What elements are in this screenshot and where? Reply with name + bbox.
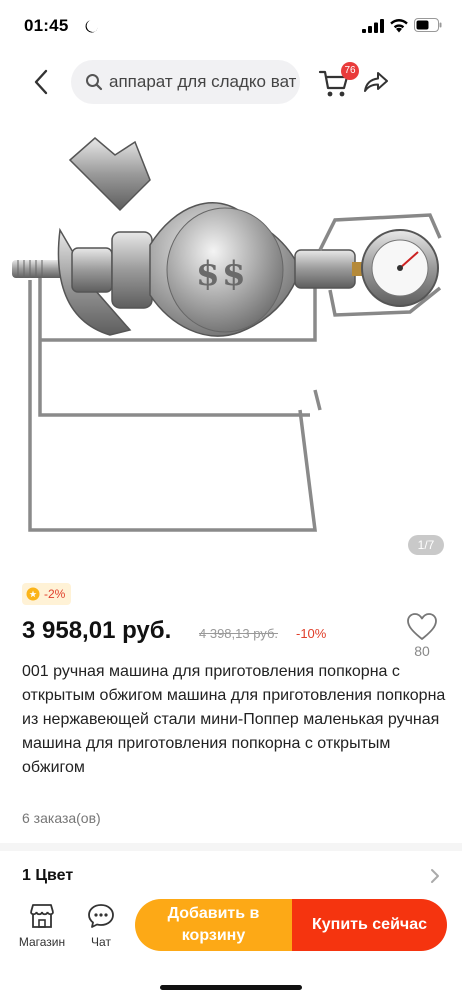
discount-badge-text: -2% [44, 587, 66, 601]
header: аппарат для сладко ват 76 [0, 58, 462, 108]
color-selector-row[interactable]: 1 Цвет [0, 855, 462, 895]
coin-discount-badge: -2% [22, 583, 72, 605]
home-indicator [160, 985, 302, 990]
product-image: $ $ [12, 137, 442, 532]
signal-icon [362, 19, 384, 33]
cart-badge: 76 [341, 62, 359, 80]
product-title: 001 ручная машина для приготовления попк… [22, 663, 446, 776]
battery-icon [414, 18, 442, 32]
svg-text:$: $ [222, 254, 246, 294]
share-icon [364, 72, 388, 92]
heart-icon [407, 613, 437, 640]
page-indicator: 1/7 [408, 535, 444, 555]
product-gallery[interactable]: $ $ 1/7 [0, 120, 462, 570]
back-button[interactable] [26, 66, 56, 98]
store-button[interactable]: Магазин [12, 901, 72, 957]
price: 3 958,01 руб. [22, 617, 172, 644]
chevron-right-icon [431, 869, 439, 883]
divider [0, 843, 462, 851]
old-price: 4 398,13 руб. [199, 626, 279, 641]
chat-icon [88, 904, 114, 928]
search-input[interactable]: аппарат для сладко ват [71, 60, 300, 104]
moon-icon [85, 20, 98, 33]
back-icon [34, 69, 48, 95]
orders-count: 6 заказа(ов) [22, 810, 101, 826]
svg-text:$: $ [196, 254, 220, 294]
status-bar: 01:45 [0, 0, 462, 52]
buy-now-button[interactable]: Купить сейчас [292, 899, 447, 951]
status-time: 01:45 [24, 16, 69, 35]
wifi-icon [390, 19, 408, 33]
search-text: аппарат для сладко ват [109, 72, 297, 91]
search-icon [86, 74, 103, 91]
coin-icon [26, 587, 40, 601]
wishlist-button[interactable] [406, 612, 438, 642]
color-label: 1 Цвет [22, 867, 74, 884]
discount-percent: -10% [296, 626, 327, 641]
add-to-cart-button[interactable]: Добавить в корзину [135, 899, 292, 951]
bottom-action-bar: Магазин Чат Добавить в корзину Купить се… [0, 893, 462, 1000]
store-label: Магазин [18, 935, 66, 949]
wishlist-count: 80 [414, 643, 430, 659]
share-button[interactable] [362, 68, 390, 96]
store-icon [30, 904, 54, 928]
chat-label: Чат [91, 935, 111, 949]
chat-button[interactable]: Чат [76, 901, 126, 957]
